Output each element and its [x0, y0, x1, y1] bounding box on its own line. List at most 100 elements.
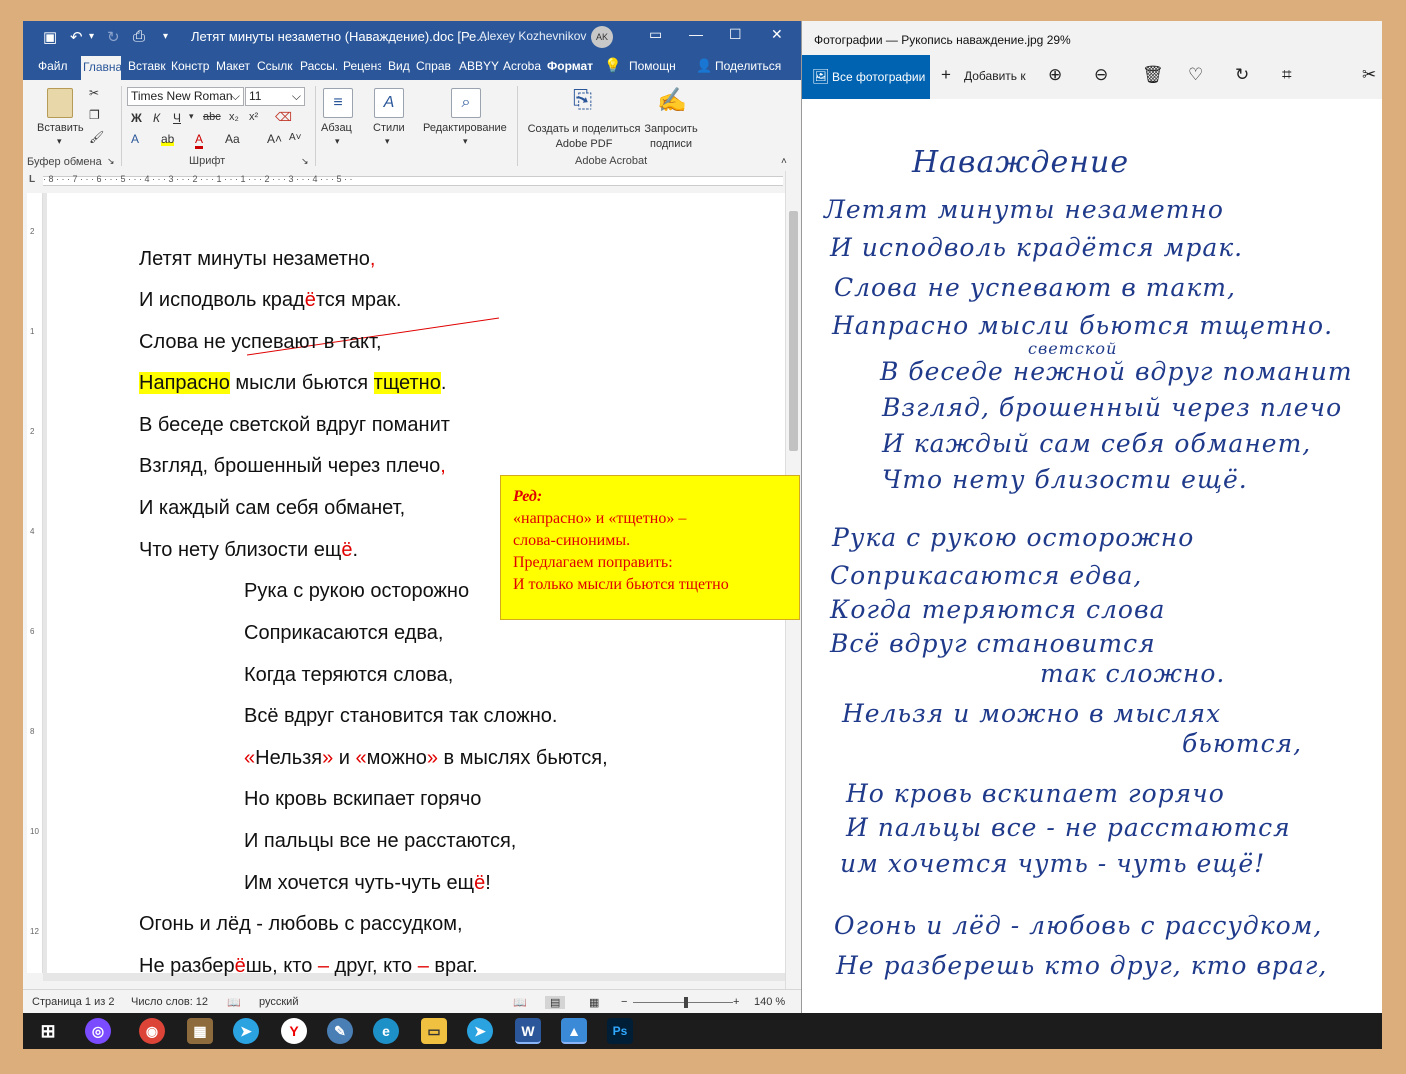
undo-icon[interactable]: ↶ — [70, 28, 83, 46]
crop-icon[interactable]: ⌗ — [1282, 65, 1292, 85]
delete-icon[interactable]: 🗑 — [1142, 65, 1164, 85]
tab-mailings[interactable]: Рассы. — [300, 59, 337, 73]
close-icon[interactable]: ✕ — [771, 26, 783, 43]
lightbulb-icon[interactable]: 💡 — [604, 57, 621, 74]
tab-format[interactable]: Формат — [547, 59, 593, 73]
chevron-down-icon[interactable]: ⌵ — [292, 89, 301, 104]
change-case-button[interactable]: Aa — [225, 132, 240, 146]
editing-button[interactable]: Редактирование — [423, 122, 507, 134]
paint-icon[interactable]: ✎ — [327, 1018, 353, 1044]
language[interactable]: русский — [259, 996, 298, 1008]
zoom-out-button[interactable]: − — [621, 996, 627, 1008]
cut-icon[interactable]: ✂ — [89, 86, 99, 100]
paste-dropdown-icon[interactable]: ▾ — [57, 136, 62, 147]
request-signature-icon[interactable]: ✍ — [657, 86, 687, 115]
copy-icon[interactable]: ❐ — [89, 108, 100, 122]
tab-file[interactable]: Файл — [38, 59, 68, 73]
zoom-level[interactable]: 140 % — [754, 996, 785, 1008]
undo-dropdown-icon[interactable]: ▾ — [89, 31, 94, 42]
clear-formatting-icon[interactable]: ⌫ — [275, 110, 292, 124]
avatar[interactable]: AK — [591, 26, 613, 48]
edge-icon[interactable]: e — [373, 1018, 399, 1044]
ribbon-display-icon[interactable]: ▭ — [649, 26, 662, 43]
tab-tell-me[interactable]: Помощн — [629, 59, 676, 73]
tab-help[interactable]: Справ — [416, 59, 452, 73]
grow-font-button[interactable]: A˄ — [267, 132, 282, 146]
tab-acrobat[interactable]: Acroba — [503, 59, 541, 73]
favorite-icon[interactable]: ♡ — [1188, 65, 1203, 85]
print-preview-icon[interactable]: ⎙ — [133, 28, 145, 45]
shrink-font-button[interactable]: A˅ — [289, 132, 302, 143]
chrome-icon[interactable]: ◉ — [139, 1018, 165, 1044]
paste-icon[interactable] — [47, 88, 73, 118]
font-size-field[interactable]: 11 ⌵ — [245, 87, 305, 106]
word-count[interactable]: Число слов: 12 — [131, 996, 208, 1008]
underline-dropdown-icon[interactable]: ▾ — [189, 111, 194, 122]
editing-dropdown-icon[interactable]: ▾ — [463, 136, 468, 147]
web-layout-icon[interactable]: ▦ — [589, 996, 599, 1009]
page-count[interactable]: Страница 1 из 2 — [32, 996, 114, 1008]
clipboard-launcher-icon[interactable]: ↘ — [107, 156, 115, 167]
edit-icon[interactable]: ✂ — [1362, 65, 1376, 85]
photoshop-icon[interactable]: Ps — [607, 1018, 633, 1044]
share-button[interactable]: Поделиться — [715, 59, 781, 73]
share-icon[interactable]: 👤 — [696, 58, 712, 74]
format-painter-icon[interactable]: 🖌 — [89, 130, 104, 144]
request-signature-button[interactable]: Запросить подписи — [643, 122, 699, 152]
tab-stop-selector-icon[interactable]: L — [29, 174, 35, 185]
editor-comment[interactable]: Ред: «напрасно» и «тщетно» – слова-синон… — [500, 475, 800, 620]
rotate-icon[interactable]: ↻ — [1235, 65, 1249, 85]
highlight-icon[interactable]: ab — [161, 132, 175, 146]
start-windows-icon[interactable]: ⊞ — [35, 1018, 61, 1044]
font-launcher-icon[interactable]: ↘ — [301, 156, 309, 167]
zoom-out-icon[interactable]: ⊖ — [1094, 65, 1108, 85]
create-pdf-icon[interactable]: ⎘ — [573, 86, 592, 114]
telegram-icon[interactable]: ➤ — [467, 1018, 493, 1044]
tab-design[interactable]: Констр — [171, 59, 209, 73]
add-to-button[interactable]: Добавить к — [964, 69, 1026, 83]
styles-icon[interactable]: A — [374, 88, 404, 118]
tab-home[interactable]: Главна — [81, 56, 121, 80]
word-icon[interactable]: W — [515, 1018, 541, 1044]
underline-button[interactable]: Ч — [173, 111, 181, 125]
bold-button[interactable]: Ж — [131, 111, 142, 125]
paragraph-button[interactable]: Абзац — [321, 122, 352, 134]
tab-abbyy[interactable]: ABBYY — [459, 59, 499, 73]
scrollbar-thumb[interactable] — [789, 211, 798, 451]
tab-references[interactable]: Ссылк — [257, 59, 294, 73]
tab-insert[interactable]: Вставк — [128, 59, 168, 73]
chevron-down-icon[interactable]: ⌵ — [231, 89, 240, 104]
yandex-browser-icon[interactable]: Y — [281, 1018, 307, 1044]
maximize-icon[interactable]: ☐ — [729, 26, 742, 43]
telegram-icon[interactable]: ➤ — [233, 1018, 259, 1044]
superscript-button[interactable]: x² — [249, 111, 258, 123]
redo-icon[interactable]: ↻ — [107, 28, 120, 46]
paste-button[interactable]: Вставить — [37, 122, 84, 134]
plus-icon[interactable]: + — [941, 65, 951, 85]
paragraph-icon[interactable]: ≡ — [323, 88, 353, 118]
strikethrough-button[interactable]: abc — [203, 111, 221, 123]
all-photos-button[interactable]: 🖼 Все фотографии — [802, 55, 930, 99]
search-icon[interactable]: ⌕ — [451, 88, 481, 118]
subscript-button[interactable]: x₂ — [229, 111, 239, 123]
zoom-in-button[interactable]: + — [733, 996, 739, 1008]
create-pdf-button[interactable]: Создать и поделиться Adobe PDF — [525, 122, 643, 152]
paragraph-dropdown-icon[interactable]: ▾ — [335, 136, 340, 147]
styles-dropdown-icon[interactable]: ▾ — [385, 136, 390, 147]
minimize-icon[interactable]: — — [689, 26, 703, 42]
font-color-icon[interactable]: A — [195, 132, 204, 149]
text-effects-icon[interactable]: A — [131, 132, 139, 146]
zoom-in-icon[interactable]: ⊕ — [1048, 65, 1062, 85]
customize-qa-icon[interactable]: ▾ — [163, 31, 168, 42]
alice-assistant-icon[interactable]: ◎ — [85, 1018, 111, 1044]
save-icon[interactable]: ▣ — [43, 28, 57, 46]
tab-layout[interactable]: Макет — [216, 59, 250, 73]
font-name-field[interactable]: Times New Roman ⌵ — [127, 87, 244, 106]
zoom-slider-thumb[interactable] — [684, 997, 688, 1008]
tab-review[interactable]: Реценз — [343, 59, 381, 73]
proofing-icon[interactable]: 📖 — [227, 996, 241, 1009]
file-explorer-icon[interactable]: ▭ — [421, 1018, 447, 1044]
user-name[interactable]: Alexey Kozhevnikov — [479, 29, 586, 43]
italic-button[interactable]: К — [153, 111, 160, 125]
tab-view[interactable]: Вид — [388, 59, 410, 73]
